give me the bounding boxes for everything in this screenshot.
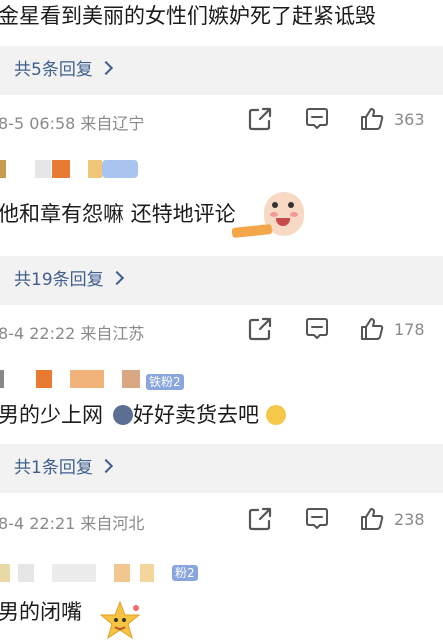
replies-panel[interactable]: 共5条回复 [0, 46, 443, 95]
share-icon[interactable] [247, 106, 273, 132]
like-count: 178 [394, 320, 425, 339]
comment-icon[interactable] [304, 506, 330, 532]
emoji-icon [113, 405, 133, 425]
fan-badge: 铁粉2 [146, 374, 184, 390]
comment-text: 他和章有怨嘛 还特地评论 [0, 202, 236, 226]
comment-text-part-1: 男的少上网 [0, 403, 103, 427]
replies-count-label: 共5条回复 [14, 60, 93, 80]
thumbs-up-icon[interactable] [359, 506, 385, 532]
share-icon[interactable] [247, 316, 273, 342]
replies-count-label: 共1条回复 [14, 458, 93, 478]
crying-emoji-icon [266, 405, 286, 425]
comment-meta-row: 8-4 22:22 来自江苏 178 [0, 316, 443, 346]
comment-meta-row: 8-5 06:58 来自辽宁 363 [0, 106, 443, 136]
comment-text: 男的闭嘴 [0, 600, 82, 624]
replies-panel[interactable]: 共1条回复 [0, 444, 443, 493]
fan-badge: 粉2 [172, 565, 198, 581]
like-count: 363 [394, 110, 425, 129]
replies-count-label: 共19条回复 [14, 270, 104, 290]
chevron-right-icon [98, 458, 113, 474]
chevron-right-icon [109, 270, 124, 286]
chevron-right-icon [98, 60, 113, 76]
username-blurred[interactable] [0, 564, 180, 582]
thumbs-up-icon[interactable] [359, 316, 385, 342]
like-count: 238 [394, 510, 425, 529]
share-icon[interactable] [247, 506, 273, 532]
username-blurred[interactable] [0, 160, 140, 178]
star-emoji-icon [99, 600, 141, 640]
comment-timestamp-location: 8-4 22:21 来自河北 [0, 514, 145, 533]
comment-feed: 金星看到美丽的女性们嫉妒死了赶紧诋毁 共5条回复 8-5 06:58 来自辽宁 … [0, 0, 443, 640]
replies-panel[interactable]: 共19条回复 [0, 256, 443, 305]
comment-text-part-2: 好好卖货去吧 [133, 403, 259, 427]
comment-timestamp-location: 8-5 06:58 来自辽宁 [0, 114, 145, 133]
sticker-image [224, 190, 308, 246]
thumbs-up-icon[interactable] [359, 106, 385, 132]
comment-meta-row: 8-4 22:21 来自河北 238 [0, 506, 443, 536]
comment-icon[interactable] [304, 316, 330, 342]
view-replies-link[interactable]: 共19条回复 [14, 268, 124, 292]
view-replies-link[interactable]: 共5条回复 [14, 58, 113, 82]
comment-timestamp-location: 8-4 22:22 来自江苏 [0, 324, 145, 343]
comment-icon[interactable] [304, 106, 330, 132]
comment-text: 金星看到美丽的女性们嫉妒死了赶紧诋毁 [0, 4, 376, 28]
view-replies-link[interactable]: 共1条回复 [14, 456, 113, 480]
